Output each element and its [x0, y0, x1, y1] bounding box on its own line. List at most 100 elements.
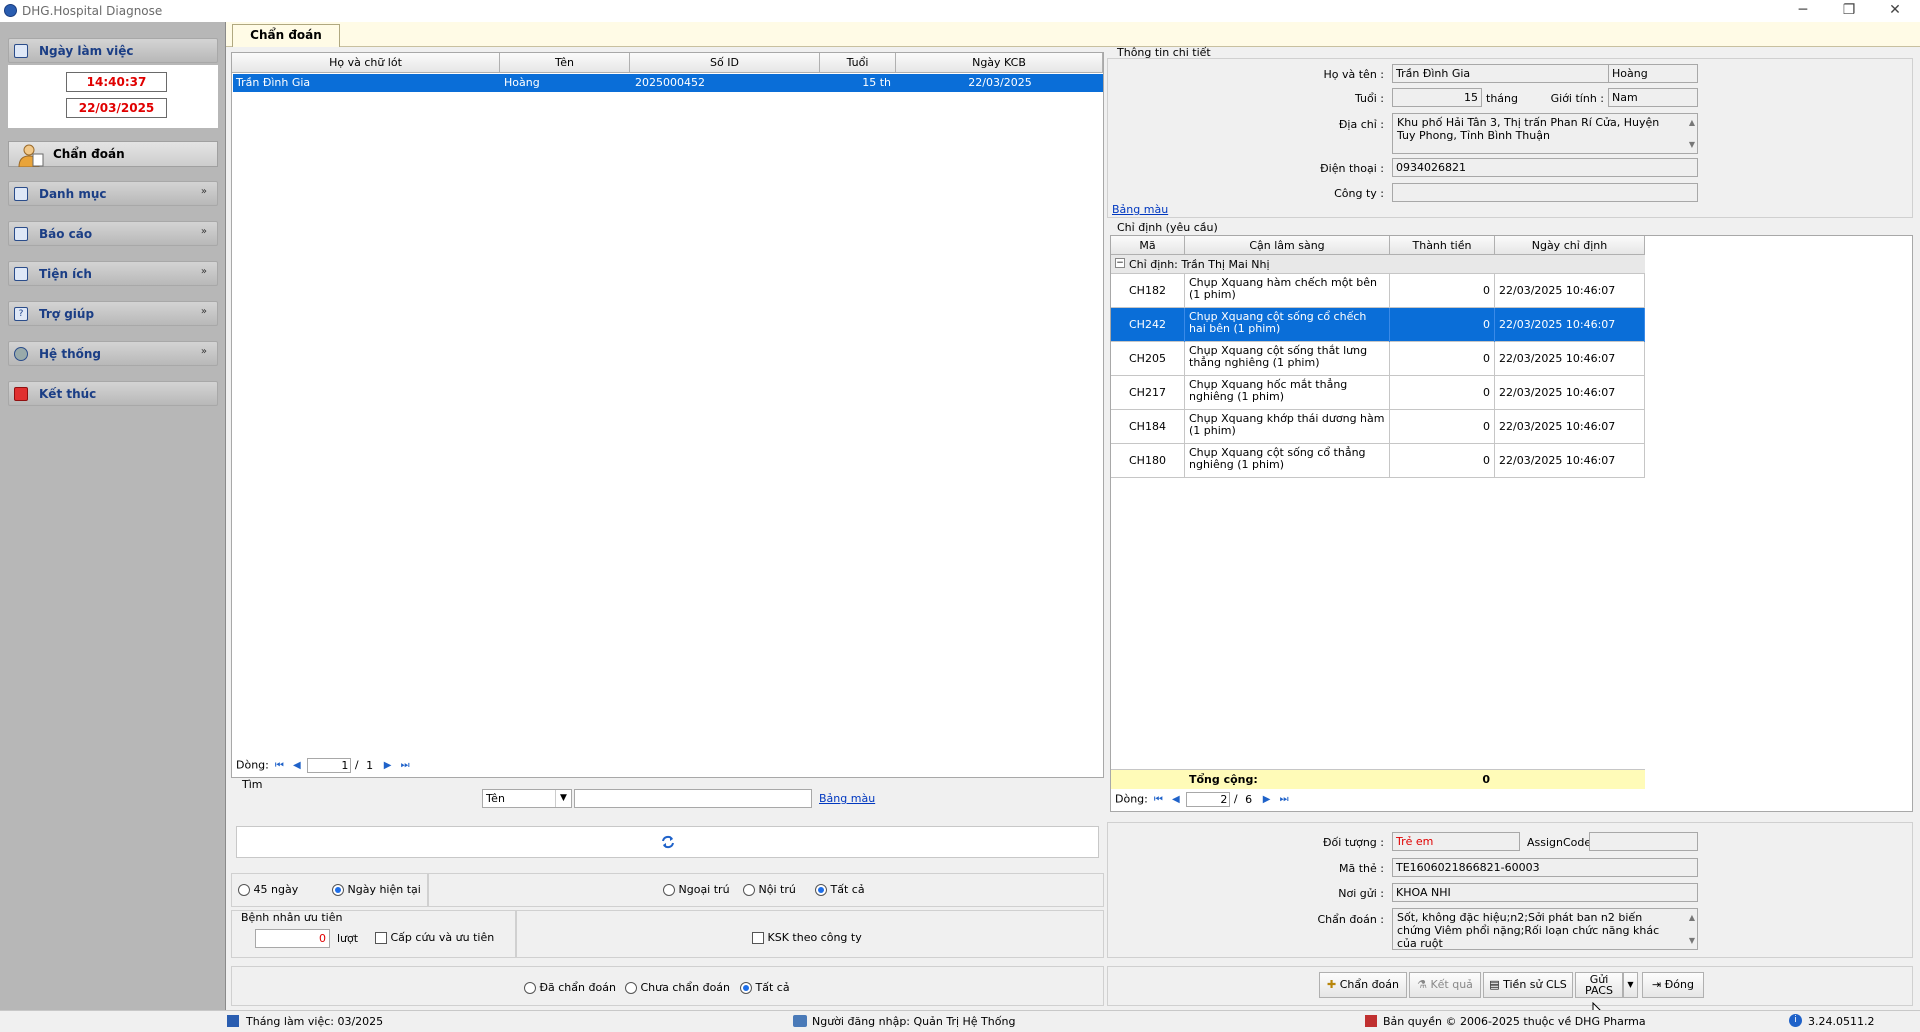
radio-not-diagnosed[interactable]: Chưa chẩn đoán — [625, 981, 730, 994]
checkbox-label: Cấp cứu và ưu tiên — [390, 931, 495, 944]
prev-page-icon[interactable]: ◀ — [290, 759, 304, 772]
card-field[interactable]: TE1606021866821-60003 — [1392, 858, 1698, 877]
sidebar-item-chan-doan[interactable]: Chẩn đoán — [8, 141, 218, 167]
current-time: 14:40:37 — [66, 72, 167, 92]
table-row[interactable]: Trần Đình Gia Hoàng 2025000452 15 th 22/… — [233, 74, 1103, 92]
age-field[interactable]: 15 — [1392, 88, 1482, 107]
close-button[interactable]: ✕ — [1872, 0, 1918, 22]
address-field[interactable]: Khu phố Hải Tân 3, Thị trấn Phan Rí Cửa,… — [1392, 113, 1698, 154]
page-input[interactable]: 1 — [307, 758, 352, 773]
scroll-up-icon[interactable]: ▲ — [1689, 116, 1695, 129]
button-label: Chẩn đoán — [1339, 978, 1399, 991]
sender-field[interactable]: KHOA NHI — [1392, 883, 1698, 902]
sidebar-item-label: Tiện ích — [39, 267, 92, 281]
page-input[interactable]: 2 — [1186, 792, 1231, 807]
column-header[interactable]: Ngày chỉ định — [1495, 236, 1645, 255]
company-field[interactable] — [1392, 183, 1698, 202]
sidebar-item-danh-muc[interactable]: Danh mục » — [8, 181, 218, 206]
column-header[interactable]: Cận lâm sàng — [1185, 236, 1390, 255]
search-group: Tìm Tên ▼ Bảng màu — [231, 778, 1104, 816]
firstname-field[interactable]: Hoàng — [1608, 64, 1698, 83]
cell-date: 22/03/2025 10:46:07 — [1495, 444, 1645, 478]
collapse-icon[interactable]: − — [1115, 258, 1125, 268]
radio-outpatient[interactable]: Ngoại trú — [663, 883, 730, 896]
refresh-bar[interactable] — [236, 826, 1099, 858]
column-header[interactable]: Tuổi — [820, 53, 896, 73]
sidebar-item-bao-cao[interactable]: Báo cáo » — [8, 221, 218, 246]
emergency-checkbox[interactable]: Cấp cứu và ưu tiên — [375, 931, 494, 944]
scroll-down-icon[interactable]: ▼ — [1689, 934, 1695, 947]
restore-button[interactable]: ❐ — [1826, 0, 1872, 22]
radio-all-diagnosis[interactable]: Tất cả — [740, 981, 790, 994]
sidebar-item-tro-giup[interactable]: ? Trợ giúp » — [8, 301, 218, 326]
work-day-header[interactable]: Ngày làm việc — [8, 38, 218, 63]
history-button[interactable]: ▤ Tiền sử CLS — [1483, 972, 1573, 998]
cell-code: CH180 — [1125, 444, 1185, 478]
color-legend-link[interactable]: Bảng màu — [1112, 203, 1168, 216]
button-label: Kết quả — [1430, 978, 1473, 991]
cell-date: 22/03/2025 10:46:07 — [1495, 410, 1645, 444]
diagnose-button[interactable]: ✚ Chẩn đoán — [1319, 972, 1407, 998]
order-row[interactable]: CH180 Chụp Xquang cột sống cổ thẳng nghiê… — [1111, 444, 1645, 478]
flask-icon: ⚗ — [1417, 978, 1427, 991]
radio-all-visit[interactable]: Tất cả — [815, 883, 865, 896]
order-row[interactable]: CH217 Chụp Xquang hốc mắt thẳng nghiêng (… — [1111, 376, 1645, 410]
assign-field[interactable] — [1589, 832, 1698, 851]
copyright-icon — [1365, 1015, 1377, 1027]
first-page-icon[interactable]: ⏮ — [272, 759, 286, 772]
scroll-down-icon[interactable]: ▼ — [1689, 138, 1695, 151]
gender-field[interactable]: Nam — [1608, 88, 1698, 107]
surname-field[interactable]: Trần Đình Gia — [1392, 64, 1609, 83]
order-row[interactable]: CH184 Chụp Xquang khớp thái dương hàm (1 … — [1111, 410, 1645, 444]
column-header[interactable]: Tên — [500, 53, 630, 73]
minimize-button[interactable]: ─ — [1780, 0, 1826, 22]
result-button[interactable]: ⚗ Kết quả — [1409, 972, 1481, 998]
sidebar-item-ket-thuc[interactable]: Kết thúc — [8, 381, 218, 406]
next-page-icon[interactable]: ▶ — [1260, 793, 1274, 806]
sidebar-item-tien-ich[interactable]: Tiện ích » — [8, 261, 218, 286]
last-page-icon[interactable]: ⏭ — [398, 759, 412, 772]
radio-45-days[interactable]: 45 ngày — [238, 883, 298, 896]
diagnosis-field[interactable]: Sốt, không đặc hiệu;n2;Sởi phát ban n2 b… — [1392, 908, 1698, 950]
chevron-down-icon: » — [200, 346, 207, 357]
send-pacs-button[interactable]: Gửi PACS — [1575, 972, 1623, 998]
phone-field[interactable]: 0934026821 — [1392, 158, 1698, 177]
sidebar-item-he-thong[interactable]: Hệ thống » — [8, 341, 218, 366]
column-header[interactable]: Thành tiền — [1390, 236, 1495, 255]
search-input[interactable] — [574, 789, 812, 808]
sidebar-item-label: Chẩn đoán — [53, 147, 125, 161]
first-page-icon[interactable]: ⏮ — [1151, 793, 1165, 806]
chevron-down-icon[interactable]: ▼ — [555, 790, 571, 807]
pacs-dropdown-button[interactable]: ▼ — [1623, 972, 1638, 998]
column-header[interactable]: Số ID — [630, 53, 820, 73]
cell-name: Chụp Xquang cột sống thắt lưng thẳng ngh… — [1185, 342, 1390, 376]
last-page-icon[interactable]: ⏭ — [1277, 793, 1291, 806]
order-group-row[interactable]: − Chỉ định: Trần Thị Mai Nhị — [1111, 255, 1645, 274]
work-day-panel: 14:40:37 22/03/2025 — [8, 65, 218, 128]
prev-page-icon[interactable]: ◀ — [1169, 793, 1183, 806]
radio-today[interactable]: Ngày hiện tại — [332, 883, 421, 896]
radio-inpatient[interactable]: Nội trú — [743, 883, 796, 896]
cell-code: CH217 — [1125, 376, 1185, 410]
scroll-up-icon[interactable]: ▲ — [1689, 911, 1695, 924]
order-row[interactable]: CH182 Chụp Xquang hàm chếch một bên (1 ph… — [1111, 274, 1645, 308]
column-header[interactable]: Ngày KCB — [896, 53, 1103, 73]
checkbox-icon — [752, 932, 764, 944]
next-page-icon[interactable]: ▶ — [381, 759, 395, 772]
search-field-select[interactable]: Tên ▼ — [482, 789, 572, 808]
radio-diagnosed[interactable]: Đã chẩn đoán — [524, 981, 616, 994]
pager-sep: / — [1233, 792, 1238, 806]
column-header[interactable]: Họ và chữ lót — [232, 53, 500, 73]
ksk-checkbox[interactable]: KSK theo công ty — [752, 931, 862, 944]
order-row[interactable]: CH242 Chụp Xquang cột sống cổ chếch hai b… — [1111, 308, 1645, 342]
assign-label: AssignCode — [1527, 836, 1592, 849]
column-header[interactable]: Mã — [1111, 236, 1185, 255]
object-field[interactable]: Trẻ em — [1392, 832, 1520, 851]
tab-chan-doan[interactable]: Chẩn đoán — [232, 24, 340, 47]
close-form-button[interactable]: ⇥ Đóng — [1642, 972, 1704, 998]
refresh-icon[interactable] — [661, 835, 675, 849]
order-row[interactable]: CH205 Chụp Xquang cột sống thắt lưng thẳn… — [1111, 342, 1645, 376]
sidebar: Ngày làm việc — [0, 22, 226, 1010]
company-label: Công ty : — [1334, 187, 1384, 200]
color-legend-link[interactable]: Bảng màu — [819, 792, 875, 805]
